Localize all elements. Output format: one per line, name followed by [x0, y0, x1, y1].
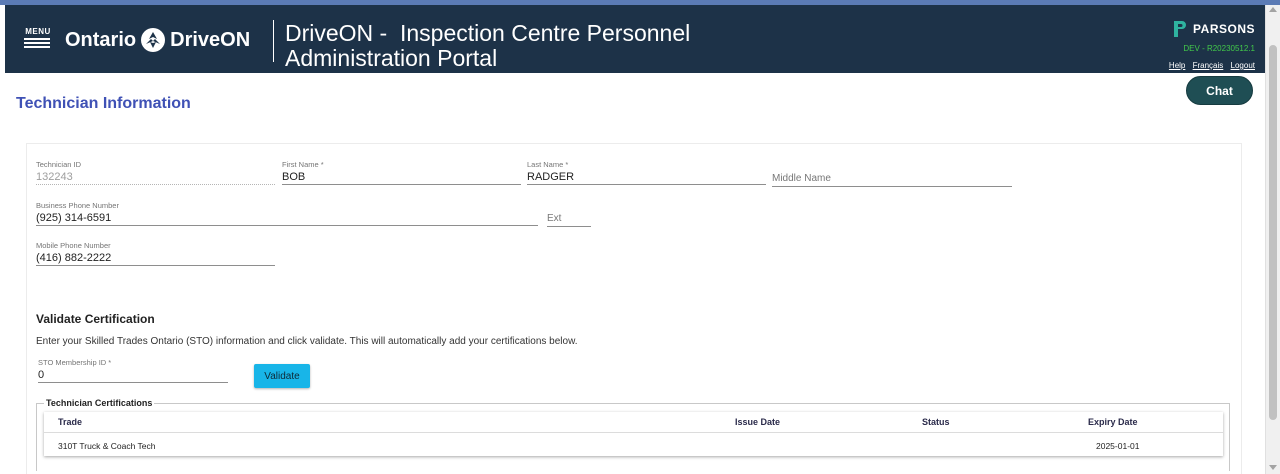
column-header-expiry-date[interactable]: Expiry Date [1088, 417, 1138, 427]
mobile-phone-label: Mobile Phone Number [36, 241, 111, 250]
business-phone-input[interactable]: (925) 314-6591 [36, 210, 538, 226]
logo-driveon-text: DriveON [170, 28, 251, 51]
page-title: Technician Information [16, 95, 191, 112]
validate-instructions: Enter your Skilled Trades Ontario (STO) … [36, 336, 578, 347]
trillium-icon [141, 28, 166, 52]
parsons-brand-text: PARSONS [1193, 22, 1255, 36]
business-phone-field[interactable]: Business Phone Number (925) 314-6591 [36, 201, 538, 226]
header-divider [273, 20, 274, 62]
help-link[interactable]: Help [1169, 61, 1185, 70]
technician-id-value: 132243 [36, 169, 275, 185]
app-header: MENU Ontario DriveON DriveON - Inspectio… [5, 5, 1265, 73]
middle-name-input[interactable]: Middle Name [772, 171, 1012, 187]
ontario-driveon-logo[interactable]: Ontario DriveON [65, 25, 250, 55]
certifications-table: Trade Issue Date Status Expiry Date 310T… [44, 412, 1223, 456]
technician-id-label: Technician ID [36, 160, 82, 169]
sto-membership-field[interactable]: STO Membership ID * 0 [38, 358, 228, 383]
menu-label: MENU [25, 27, 51, 36]
sto-membership-label: STO Membership ID * [38, 358, 112, 367]
scrollbar-thumb[interactable] [1269, 45, 1277, 420]
middle-name-field[interactable]: Middle Name [772, 162, 1012, 187]
table-row[interactable]: 310T Truck & Coach Tech 2025-01-01 [44, 434, 1223, 456]
mobile-phone-field[interactable]: Mobile Phone Number (416) 882-2222 [36, 241, 275, 266]
middle-name-label-spacer [772, 162, 1012, 171]
first-name-field[interactable]: First Name * BOB [282, 160, 521, 185]
logout-link[interactable]: Logout [1231, 61, 1255, 70]
parsons-p-icon [1174, 21, 1187, 37]
column-header-status[interactable]: Status [922, 417, 950, 427]
header-links: Help Français Logout [1164, 61, 1255, 70]
certifications-legend: Technician Certifications [44, 398, 155, 408]
column-header-trade[interactable]: Trade [58, 417, 82, 427]
ext-label-spacer [547, 202, 591, 211]
first-name-label: First Name * [282, 160, 324, 169]
technician-id-field: Technician ID 132243 [36, 160, 275, 185]
first-name-input[interactable]: BOB [282, 169, 521, 185]
hamburger-icon [24, 38, 50, 40]
last-name-field[interactable]: Last Name * RADGER [527, 160, 766, 185]
parsons-block: PARSONS DEV - R20230512.1 Help Français … [1164, 20, 1255, 70]
chat-button[interactable]: Chat [1186, 76, 1253, 105]
last-name-input[interactable]: RADGER [527, 169, 766, 185]
sto-membership-input[interactable]: 0 [38, 367, 228, 383]
ext-field[interactable]: Ext [547, 202, 591, 227]
portal-title-line1: DriveON - Inspection Centre Personnel [285, 20, 691, 46]
mobile-phone-input[interactable]: (416) 882-2222 [36, 250, 275, 266]
scroll-up-arrow-icon[interactable] [1269, 7, 1277, 12]
last-name-label: Last Name * [527, 160, 569, 169]
logo-ontario-text: Ontario [65, 28, 137, 51]
menu-button[interactable]: MENU [24, 27, 52, 53]
hamburger-icon-bar [24, 46, 50, 48]
validate-button[interactable]: Validate [254, 364, 310, 388]
business-phone-label: Business Phone Number [36, 201, 119, 210]
ext-input[interactable]: Ext [547, 211, 591, 227]
portal-title-line2: Administration Portal [285, 45, 498, 71]
hamburger-icon-bar [24, 42, 50, 44]
cell-expiry-date: 2025-01-01 [1096, 441, 1140, 451]
scroll-down-arrow-icon[interactable] [1269, 465, 1277, 470]
portal-title: DriveON - Inspection Centre Personnel Ad… [285, 21, 690, 71]
parsons-logo: PARSONS [1164, 20, 1255, 38]
column-header-issue-date[interactable]: Issue Date [735, 417, 780, 427]
vertical-scrollbar[interactable] [1265, 5, 1280, 474]
francais-link[interactable]: Français [1193, 61, 1224, 70]
environment-version: DEV - R20230512.1 [1183, 44, 1255, 53]
table-header: Trade Issue Date Status Expiry Date [44, 412, 1223, 433]
cell-trade: 310T Truck & Coach Tech [58, 441, 156, 451]
validate-certification-title: Validate Certification [36, 312, 155, 326]
